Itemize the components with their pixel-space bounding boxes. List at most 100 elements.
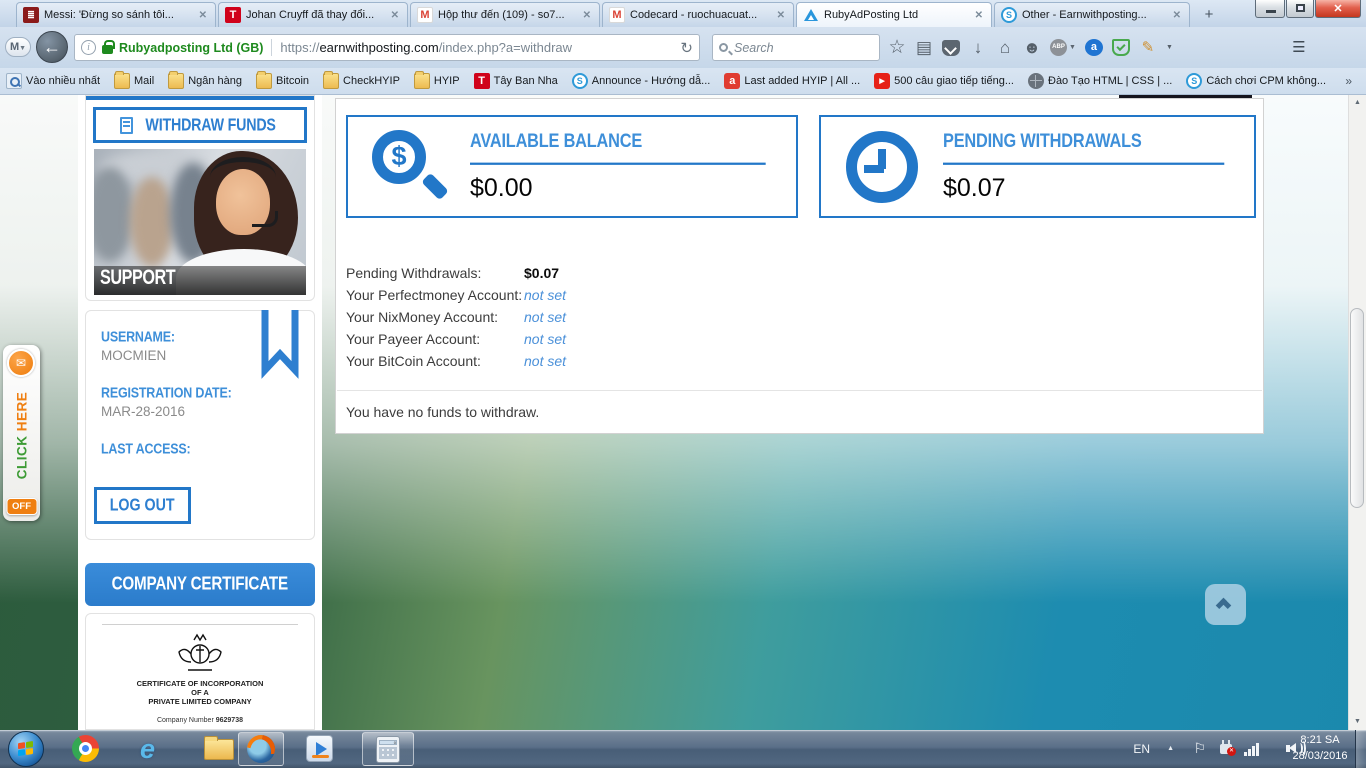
page-scrollbar[interactable]: ▲ ▼ bbox=[1348, 95, 1366, 730]
bookmark-folder[interactable]: Ngân hàng bbox=[168, 71, 242, 89]
security-shield-icon[interactable] bbox=[1111, 39, 1130, 56]
site-identity-label[interactable]: Rubyadposting Ltd (GB) bbox=[119, 41, 263, 55]
bookmark-item[interactable]: Đào Tạo HTML | CSS | ... bbox=[1028, 73, 1172, 89]
no-funds-message: You have no funds to withdraw. bbox=[346, 404, 540, 420]
new-tab-button[interactable]: + bbox=[1196, 5, 1222, 25]
company-certificate-button[interactable]: COMPANY CERTIFICATE bbox=[85, 563, 315, 606]
folder-icon bbox=[256, 71, 273, 89]
tab-bar: ≣ Messi: 'Đừng so sánh tôi... ✕ T Johan … bbox=[0, 0, 1366, 27]
browser-tab[interactable]: M Codecard - ruochuacuat... ✕ bbox=[602, 2, 794, 27]
detail-row: Your NixMoney Account: not set bbox=[346, 309, 567, 325]
bookmark-item[interactable]: ▶ 500 câu giao tiếp tiếng... bbox=[874, 73, 1014, 89]
withdraw-funds-label: WITHDRAW FUNDS bbox=[145, 115, 277, 135]
bookmark-item[interactable]: Vào nhiều nhất bbox=[6, 73, 100, 89]
page-info-icon[interactable]: i bbox=[81, 40, 96, 55]
divider bbox=[337, 390, 1262, 391]
support-caption: SUPPORT DEPARTMENT bbox=[94, 265, 306, 295]
adblock-plus-icon[interactable]: ABP ▼ bbox=[1050, 34, 1076, 61]
taskbar-explorer-button[interactable] bbox=[204, 735, 234, 763]
window-restore-button[interactable] bbox=[1286, 0, 1314, 18]
url-text[interactable]: https://earnwithposting.com/index.php?a=… bbox=[280, 40, 674, 55]
clock-widget[interactable]: 8:21 SA 28/03/2016 bbox=[1288, 732, 1352, 764]
bookmark-item[interactable]: S Announce - Hướng dẫ... bbox=[571, 73, 710, 89]
pencil-caret-icon[interactable]: ▼ bbox=[1166, 44, 1173, 51]
scrollbar-up-arrow[interactable]: ▲ bbox=[1349, 95, 1366, 111]
detail-row: Your Payeer Account: not set bbox=[346, 331, 567, 347]
browser-tab[interactable]: T Johan Cruyff đã thay đổi... ✕ bbox=[218, 2, 408, 27]
taskbar-wmp-button[interactable] bbox=[306, 735, 334, 763]
search-input[interactable] bbox=[734, 40, 873, 55]
detail-row: Your BitCoin Account: not set bbox=[346, 353, 567, 369]
network-plug-icon[interactable]: ✕ bbox=[1220, 740, 1236, 756]
pending-withdrawals-amount: $0.07 bbox=[943, 174, 1006, 202]
start-button[interactable] bbox=[8, 731, 44, 767]
bookmarks-overflow-chevron[interactable]: » bbox=[1345, 74, 1360, 88]
menu-hamburger-icon[interactable]: ☰ bbox=[1290, 34, 1308, 61]
bookmark-item[interactable]: S Cách chơi CPM không... bbox=[1186, 73, 1326, 89]
browser-tab[interactable]: ≣ Messi: 'Đừng so sánh tôi... ✕ bbox=[16, 2, 216, 27]
tab-close-icon[interactable]: ✕ bbox=[1171, 10, 1183, 21]
page-viewport: $ AVAILABLE BALANCE $0.00 PENDING WITHDR… bbox=[0, 95, 1366, 730]
feedback-off-button[interactable]: OFF bbox=[6, 498, 37, 515]
signal-strength-icon[interactable] bbox=[1244, 742, 1262, 756]
scrollbar-down-arrow[interactable]: ▼ bbox=[1349, 714, 1366, 730]
search-box[interactable] bbox=[712, 34, 880, 61]
tab-close-icon[interactable]: ✕ bbox=[389, 10, 401, 21]
downloads-icon[interactable]: ↓ bbox=[969, 34, 987, 61]
taskbar-ie-button[interactable]: e bbox=[140, 735, 168, 763]
show-desktop-button[interactable] bbox=[1355, 730, 1366, 768]
taskbar-calculator-button[interactable]: 0 bbox=[362, 732, 414, 766]
withdraw-funds-header: WITHDRAW FUNDS bbox=[93, 107, 307, 143]
logout-button[interactable]: LOG OUT bbox=[94, 487, 191, 524]
nixmoney-value: not set bbox=[524, 309, 567, 325]
extension-a-icon[interactable]: a bbox=[1084, 39, 1103, 56]
available-balance-card: $ AVAILABLE BALANCE $0.00 bbox=[346, 115, 798, 218]
action-center-flag-icon[interactable]: ⚐ bbox=[1193, 740, 1206, 757]
bookmark-folder[interactable]: Mail bbox=[114, 71, 154, 89]
scroll-to-top-button[interactable] bbox=[1205, 584, 1246, 625]
bookmark-star-icon[interactable]: ☆ bbox=[888, 34, 906, 61]
url-bar[interactable]: i Rubyadposting Ltd (GB) https://earnwit… bbox=[74, 34, 700, 61]
feedback-side-tab[interactable]: ✉ CLICK HERE OFF bbox=[3, 345, 40, 521]
username-value: MOCMIEN bbox=[101, 348, 167, 363]
tab-close-icon[interactable]: ✕ bbox=[775, 10, 787, 21]
tab-title: Hộp thư đến (109) - so7... bbox=[438, 9, 565, 21]
bookmark-item[interactable]: a Last added HYIP | All ... bbox=[724, 73, 860, 89]
back-button[interactable]: ← bbox=[36, 31, 68, 63]
browser-tab-active[interactable]: RubyAdPosting Ltd ✕ bbox=[796, 2, 992, 27]
home-icon[interactable]: ⌂ bbox=[996, 34, 1014, 61]
scrollbar-thumb[interactable] bbox=[1350, 308, 1364, 508]
m-button-label: M bbox=[9, 41, 20, 53]
tab-close-icon[interactable]: ✕ bbox=[973, 10, 985, 21]
window-minimize-button[interactable] bbox=[1255, 0, 1285, 18]
pocket-icon[interactable] bbox=[942, 39, 960, 56]
language-indicator[interactable]: EN bbox=[1133, 730, 1150, 768]
detail-row: Pending Withdrawals: $0.07 bbox=[346, 265, 560, 281]
sidebar-top-card: WITHDRAW FUNDS SUPPORT DEPARTMENT bbox=[85, 95, 315, 301]
withdraw-panel: $ AVAILABLE BALANCE $0.00 PENDING WITHDR… bbox=[335, 98, 1264, 434]
tab-close-icon[interactable]: ✕ bbox=[197, 10, 209, 21]
reload-icon[interactable]: ↻ bbox=[680, 39, 693, 57]
envelope-icon: ✉ bbox=[7, 349, 35, 377]
support-photo[interactable]: SUPPORT DEPARTMENT bbox=[94, 149, 306, 295]
taskbar-firefox-button[interactable] bbox=[238, 732, 284, 766]
folder-icon bbox=[204, 736, 234, 760]
payeer-value: not set bbox=[524, 331, 567, 347]
bookmark-folder[interactable]: HYIP bbox=[413, 71, 460, 89]
extension-m-button[interactable]: M▼ bbox=[5, 37, 31, 57]
pencil-icon[interactable]: ✎ bbox=[1139, 34, 1157, 61]
hidden-icons-arrow[interactable]: ▲ bbox=[1167, 745, 1174, 752]
navigation-toolbar: M▼ ← i Rubyadposting Ltd (GB) https://ea… bbox=[0, 27, 1366, 68]
browser-tab[interactable]: M Hộp thư đến (109) - so7... ✕ bbox=[410, 2, 600, 27]
taskbar-chrome-button[interactable] bbox=[72, 735, 100, 763]
browser-tab[interactable]: S Other - Earnwithposting... ✕ bbox=[994, 2, 1190, 27]
bookmark-folder[interactable]: Bitcoin bbox=[256, 71, 309, 89]
window-close-button[interactable]: ✕ bbox=[1315, 0, 1361, 18]
bookmarks-menu-icon[interactable]: ▤ bbox=[915, 34, 933, 61]
bookmark-item[interactable]: T Tây Ban Nha bbox=[473, 73, 558, 89]
click-label: CLICK bbox=[14, 435, 29, 479]
username-label: USERNAME: bbox=[101, 328, 175, 345]
bookmark-folder[interactable]: CheckHYIP bbox=[323, 71, 400, 89]
tab-close-icon[interactable]: ✕ bbox=[581, 10, 593, 21]
feedback-smiley-icon[interactable]: ☻ bbox=[1023, 34, 1041, 61]
